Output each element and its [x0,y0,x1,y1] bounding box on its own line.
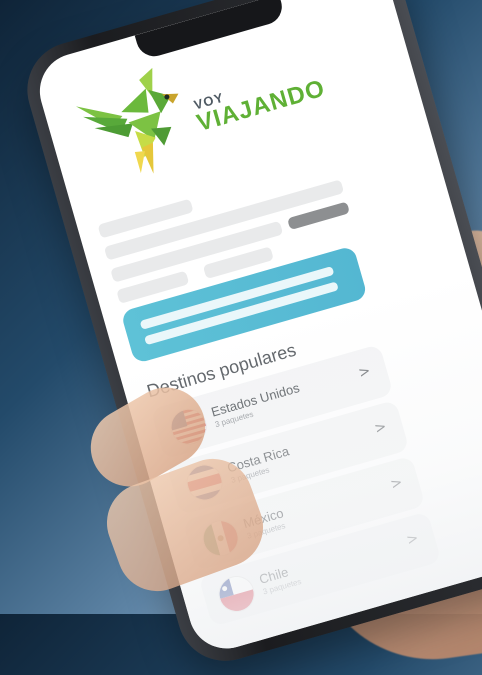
logo-name-text: VIAJANDO [193,74,329,138]
chevron-right-icon: > [356,362,373,382]
parrot-logo-icon [75,67,179,174]
chevron-right-icon: > [388,474,405,493]
chile-flag-icon [214,571,259,617]
app-screen: VOY VIAJANDO Destinos populares Estados … [30,0,482,658]
phone-frame: VOY VIAJANDO Destinos populares Estados … [16,0,482,673]
chevron-right-icon: > [404,530,421,549]
destination-name: Estados Unidos [209,380,302,420]
chevron-right-icon: > [372,418,389,438]
phone: VOY VIAJANDO Destinos populares Estados … [16,0,482,673]
app-logo: VOY VIAJANDO [61,20,341,197]
